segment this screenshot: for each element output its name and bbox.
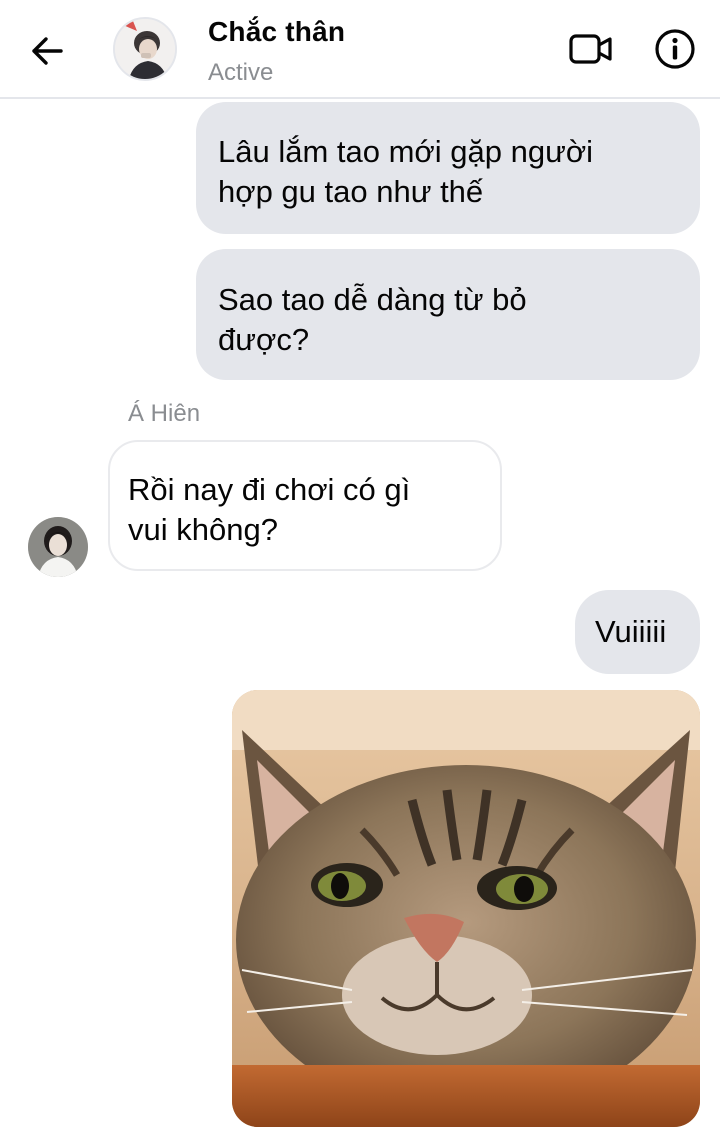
outgoing-message[interactable]: Lâu lắm tao mới gặp người hợp gu tao như… [196, 102, 700, 234]
arrow-left-icon [32, 37, 63, 65]
back-button[interactable] [26, 30, 68, 72]
chat-header: Chắc thân Active [0, 0, 720, 99]
image-message[interactable] [232, 690, 700, 1127]
contact-avatar[interactable] [113, 17, 177, 81]
sender-name: Á Hiên [128, 400, 201, 427]
outgoing-message[interactable]: Vuiiiii [575, 590, 700, 674]
info-button[interactable] [652, 26, 698, 72]
person-photo-icon [115, 19, 175, 79]
smiling-cat-photo-icon [232, 690, 700, 1127]
incoming-message[interactable]: Rồi nay đi chơi có gì vui không? [108, 440, 502, 571]
person-photo-icon [28, 517, 88, 577]
contact-name[interactable]: Chắc thân [208, 16, 345, 48]
active-status: Active [208, 59, 274, 86]
chat-screen: Chắc thân Active Lâu lắm tao mới gặp ngư… [0, 0, 720, 1139]
video-call-button[interactable] [566, 27, 616, 71]
video-call-icon [569, 34, 612, 64]
sender-avatar[interactable] [28, 517, 88, 577]
info-icon [655, 29, 695, 69]
outgoing-message[interactable]: Sao tao dễ dàng từ bỏ được? [196, 249, 700, 380]
